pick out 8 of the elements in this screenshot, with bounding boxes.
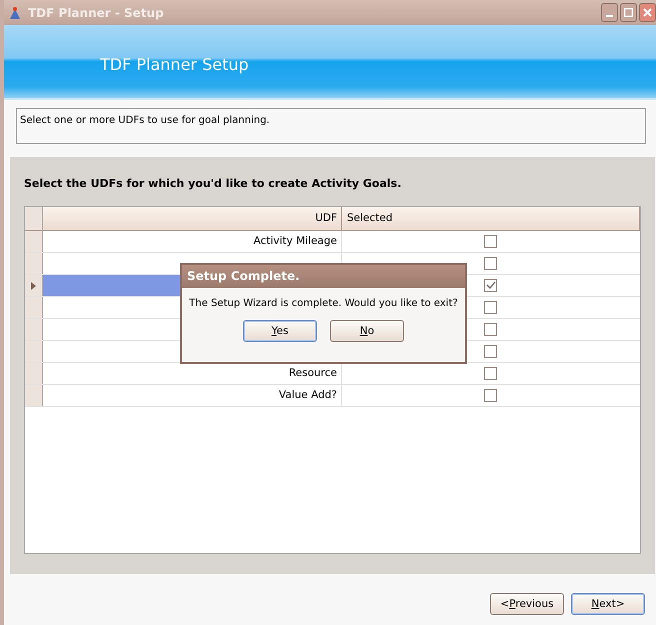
- instruction-text: Select one or more UDFs to use for goal planning.: [20, 115, 270, 126]
- dialog-message: The Setup Wizard is complete. Would you like to exit?: [189, 298, 458, 309]
- window-title: TDF Planner - Setup: [28, 6, 164, 20]
- column-header: UDF: [43, 207, 342, 230]
- dialog-title: Setup Complete.: [182, 265, 465, 288]
- column-header: Selected: [342, 207, 640, 230]
- banner-title: TDF Planner Setup: [100, 55, 249, 74]
- panel-heading: Select the UDFs for which you'd like to create Activity Goals.: [24, 177, 402, 190]
